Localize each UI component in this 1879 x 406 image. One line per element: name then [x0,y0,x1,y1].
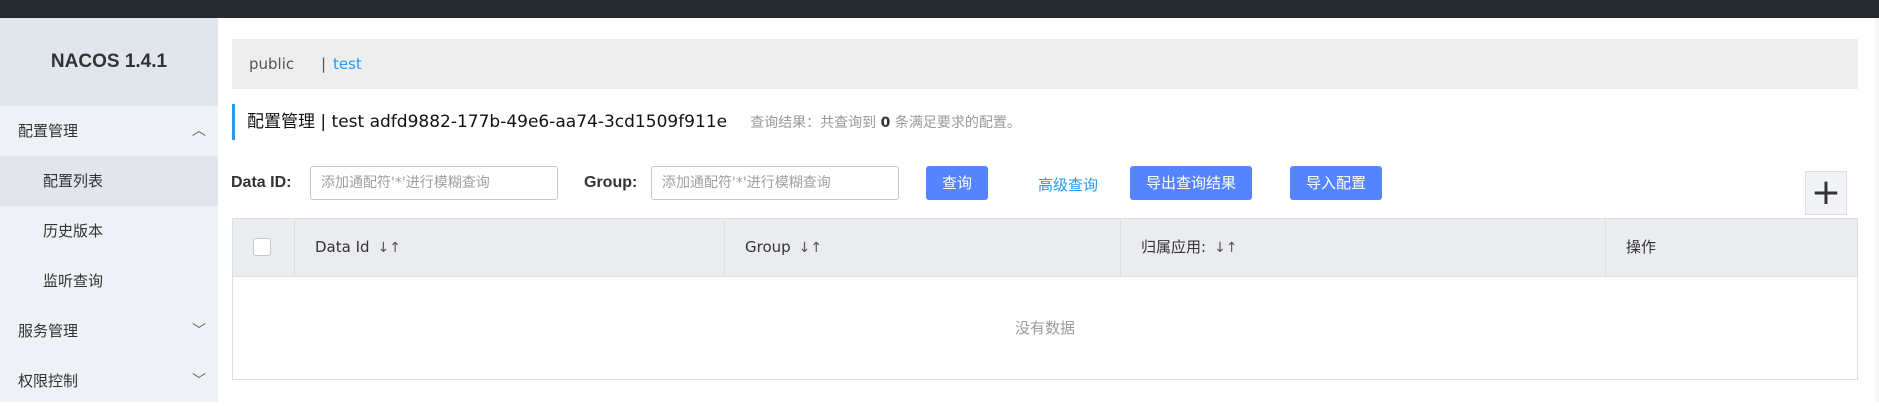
top-bar [0,0,1879,18]
namespace-bar: public | test [232,39,1858,89]
column-actions: 操作 [1605,219,1857,276]
group-label: Group: [584,174,638,191]
select-all-checkbox[interactable] [253,238,271,256]
column-label: Group [745,238,791,256]
filter-bar: Data ID: Group: 查询 高级查询 导出查询结果 导入配置 [218,166,1879,206]
sidebar-item-listener-query[interactable]: 监听查询 [0,256,218,306]
sidebar-item-history[interactable]: 历史版本 [0,206,218,256]
sort-icon[interactable]: ↓↑ [378,240,401,256]
column-group[interactable]: Group ↓↑ [724,219,1120,276]
sidebar-item-config-list[interactable]: 配置列表 [0,156,218,206]
data-id-input[interactable] [310,166,558,200]
query-result-summary: 查询结果：共查询到 0 条满足要求的配置。 [750,115,1021,131]
column-app[interactable]: 归属应用: ↓↑ [1120,219,1605,276]
import-config-button[interactable]: 导入配置 [1290,166,1382,200]
namespace-separator: | [321,55,327,73]
sidebar-group-label: 配置管理 [18,122,79,140]
empty-state: 没有数据 [1014,319,1075,337]
add-config-button[interactable]: + [1805,171,1847,215]
app-logo: NACOS 1.4.1 [0,18,218,106]
advanced-query-link[interactable]: 高级查询 [1038,174,1098,195]
column-label: Data Id [315,238,370,256]
sidebar: NACOS 1.4.1 配置管理 ︿ 配置列表 历史版本 监听查询 服务管理 ﹀… [0,18,218,402]
namespace-test[interactable]: test [333,39,362,89]
chevron-down-icon: ﹀ [192,323,206,339]
chevron-down-icon: ﹀ [192,373,206,389]
export-results-button[interactable]: 导出查询结果 [1130,166,1252,200]
sort-icon[interactable]: ↓↑ [799,240,822,256]
result-count: 0 [880,115,891,131]
column-label: 操作 [1626,238,1657,256]
query-button[interactable]: 查询 [926,166,988,200]
scrollbar[interactable] [1875,18,1879,402]
page-title-text: 配置管理 | test adfd9882-177b-49e6-aa74-3cd1… [247,112,728,132]
group-input[interactable] [651,166,899,200]
page-title: 配置管理 | test adfd9882-177b-49e6-aa74-3cd1… [232,104,1021,140]
sidebar-group-config-management[interactable]: 配置管理 ︿ [0,106,218,156]
column-data-id[interactable]: Data Id ↓↑ [294,219,724,276]
data-id-label: Data ID: [231,174,292,191]
main-content: public | test 配置管理 | test adfd9882-177b-… [218,18,1879,402]
column-label: 归属应用: [1141,238,1207,256]
sidebar-group-label: 服务管理 [18,322,79,340]
sidebar-group-label: 权限控制 [18,372,79,390]
sidebar-group-access-control[interactable]: 权限控制 ﹀ [0,356,218,406]
sidebar-group-service-management[interactable]: 服务管理 ﹀ [0,306,218,356]
config-table: Data Id ↓↑ Group ↓↑ 归属应用: ↓↑ 操作 没有数据 [232,218,1858,380]
select-all-cell [233,219,294,276]
sort-icon[interactable]: ↓↑ [1214,240,1237,256]
chevron-up-icon: ︿ [192,123,206,139]
table-header: Data Id ↓↑ Group ↓↑ 归属应用: ↓↑ 操作 [233,219,1857,277]
namespace-public[interactable]: public [249,39,294,89]
